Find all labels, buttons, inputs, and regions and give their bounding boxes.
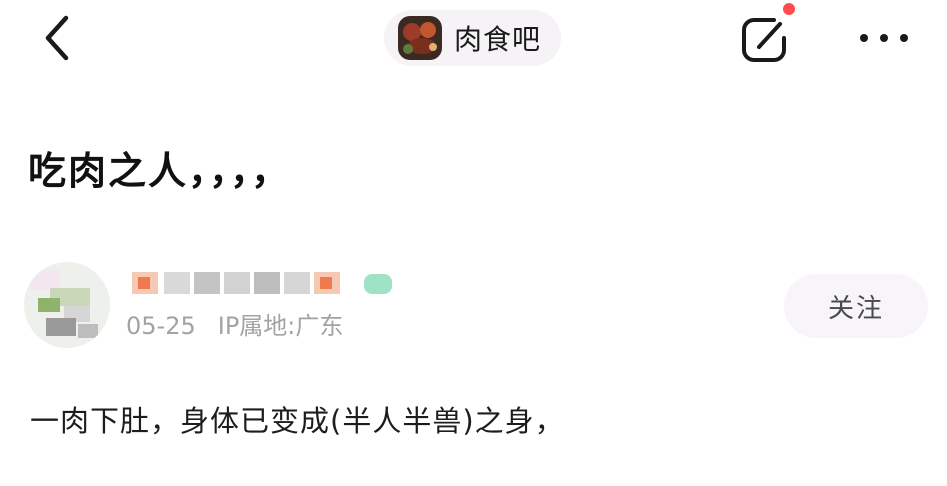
edit-icon bbox=[742, 18, 786, 62]
more-button[interactable] bbox=[854, 14, 914, 62]
chevron-left-icon bbox=[45, 15, 69, 61]
forum-avatar bbox=[398, 16, 442, 60]
forum-chip[interactable]: 肉食吧 bbox=[384, 10, 562, 66]
post-meta: 05-25 IP属地:广东 bbox=[126, 306, 343, 341]
notification-dot bbox=[783, 3, 795, 15]
author-name-redacted[interactable] bbox=[128, 266, 398, 300]
back-button[interactable] bbox=[34, 12, 82, 64]
post-title: 吃肉之人，，，， bbox=[28, 149, 292, 193]
top-bar: 肉食吧 bbox=[0, 0, 947, 80]
follow-button[interactable]: 关注 bbox=[784, 274, 928, 338]
author-avatar[interactable] bbox=[24, 262, 110, 348]
more-horizontal-icon bbox=[860, 34, 908, 42]
ip-location: IP属地:广东 bbox=[217, 312, 344, 340]
forum-name: 肉食吧 bbox=[454, 23, 542, 56]
post-date: 05-25 bbox=[126, 312, 196, 340]
write-post-button[interactable] bbox=[736, 10, 796, 66]
post-body: 一肉下肚，身体已变成(半人半兽)之身， bbox=[30, 404, 565, 438]
